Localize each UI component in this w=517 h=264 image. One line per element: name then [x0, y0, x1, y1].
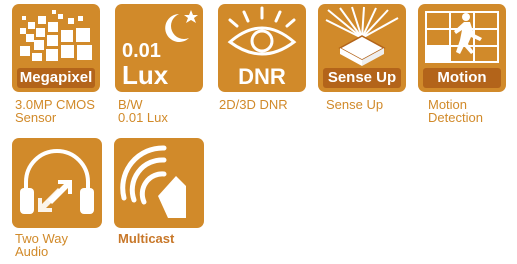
- feature-tile-lux: 0.01 Lux: [115, 4, 203, 92]
- speaker-waves-icon: [120, 145, 186, 218]
- badge-dnr: DNR: [238, 64, 286, 89]
- caption-motion-line2: Detection: [428, 110, 483, 125]
- badge-megapixel: Megapixel: [17, 68, 95, 88]
- headphones-icon: [20, 149, 94, 214]
- feature-tile-twoway: [12, 138, 102, 228]
- feature-tile-dnr: DNR: [218, 4, 306, 92]
- badge-lux: Lux: [122, 60, 169, 90]
- caption-lux-line2: 0.01 Lux: [118, 110, 168, 125]
- caption-megapixel-line2: Sensor: [15, 110, 57, 125]
- feature-tile-motion: Motion: [418, 4, 506, 92]
- badge-motion: Motion: [423, 68, 501, 88]
- caption-dnr: 2D/3D DNR: [219, 97, 288, 112]
- caption-multicast: Multicast: [118, 231, 175, 246]
- caption-senseup: Sense Up: [326, 97, 384, 112]
- feature-tile-multicast: [114, 138, 204, 228]
- badge-senseup: Sense Up: [323, 68, 401, 88]
- feature-tile-senseup: Sense Up: [318, 4, 406, 92]
- feature-tile-megapixel: Megapixel: [12, 4, 100, 92]
- caption-twoway-line2: Audio: [15, 244, 49, 259]
